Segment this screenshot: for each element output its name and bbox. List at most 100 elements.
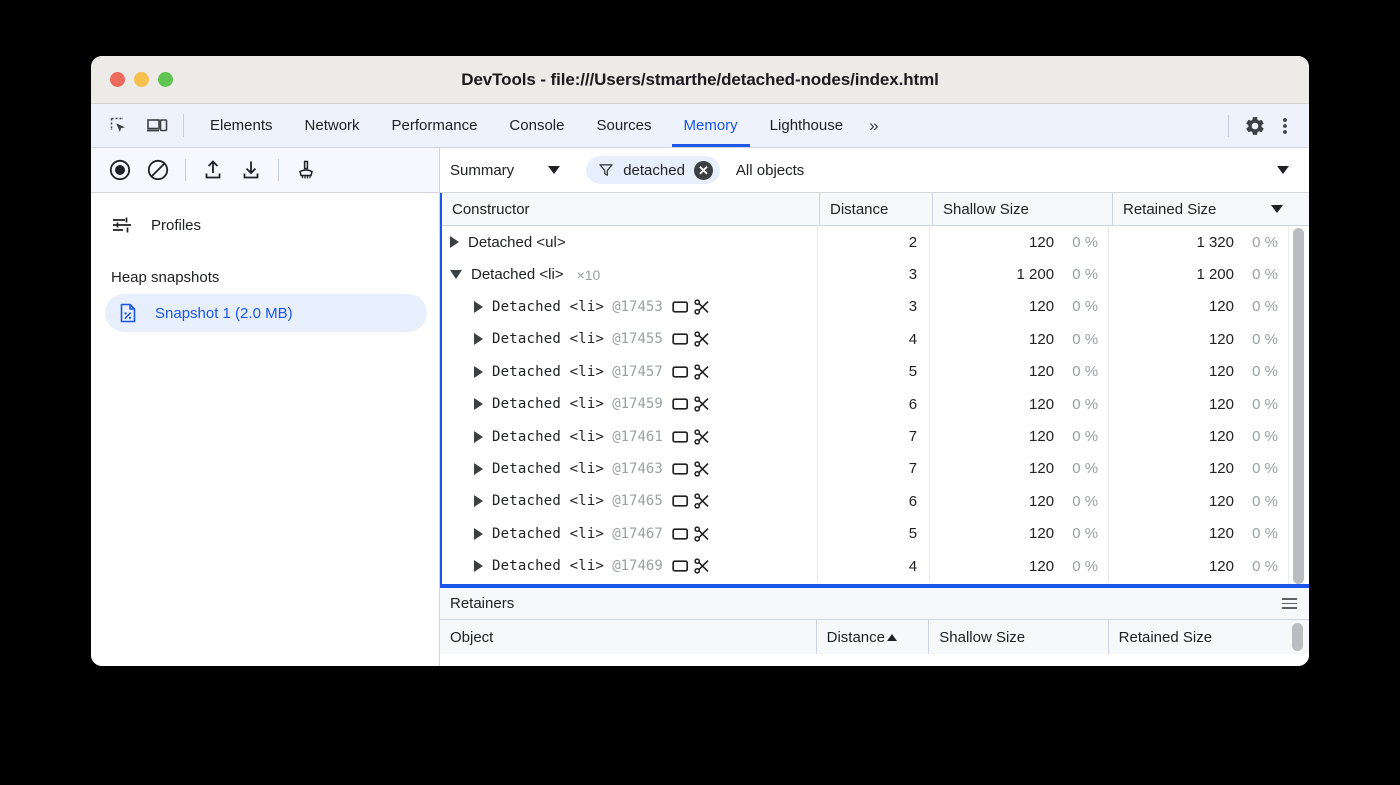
tab-performance[interactable]: Performance bbox=[376, 104, 494, 147]
row-node-icons bbox=[672, 461, 710, 477]
cell-constructor: Detached <li>@17457 bbox=[442, 356, 818, 388]
cell-constructor: Detached <ul> bbox=[442, 226, 818, 258]
shallow-size-value: 1 200 bbox=[1017, 266, 1055, 283]
table-row[interactable]: Detached <li>×1031 2000 %1 2000 % bbox=[442, 258, 1288, 290]
chevron-down-icon-2 bbox=[1277, 166, 1289, 174]
reveal-in-elements-icon[interactable] bbox=[672, 527, 689, 541]
shallow-size-percent: 0 % bbox=[1068, 525, 1098, 542]
column-header-constructor[interactable]: Constructor bbox=[442, 193, 820, 225]
tab-elements[interactable]: Elements bbox=[194, 104, 289, 147]
save-profile-icon[interactable] bbox=[234, 153, 268, 187]
cell-shallow-size: 1200 % bbox=[930, 226, 1109, 258]
tab-memory[interactable]: Memory bbox=[668, 104, 754, 147]
shallow-size-value: 120 bbox=[1029, 525, 1054, 542]
collect-garbage-icon[interactable] bbox=[289, 153, 323, 187]
cell-constructor: Detached <li>@17455 bbox=[442, 323, 818, 355]
table-scrollbar-thumb[interactable] bbox=[1293, 228, 1304, 584]
table-row[interactable]: Detached <li>@1745541200 %1200 % bbox=[442, 323, 1288, 355]
reveal-in-elements-icon[interactable] bbox=[672, 365, 689, 379]
reveal-in-elements-icon[interactable] bbox=[672, 494, 689, 508]
retained-size-percent: 0 % bbox=[1248, 266, 1278, 283]
inspect-element-icon[interactable] bbox=[105, 112, 133, 140]
view-select[interactable]: Summary bbox=[450, 162, 574, 179]
table-row[interactable]: Detached <li>@1746941200 %1200 % bbox=[442, 550, 1288, 582]
table-row[interactable]: Detached <li>@1746751200 %1200 % bbox=[442, 518, 1288, 550]
column-header-distance[interactable]: Distance bbox=[820, 193, 933, 225]
expand-triangle-icon[interactable] bbox=[474, 431, 483, 443]
filter-value: detached bbox=[623, 162, 685, 179]
retainers-column-distance[interactable]: Distance bbox=[817, 620, 930, 654]
reveal-in-elements-icon[interactable] bbox=[672, 559, 689, 573]
retainers-scrollbar[interactable] bbox=[1288, 620, 1309, 654]
expand-triangle-icon[interactable] bbox=[474, 463, 483, 475]
clear-filter-icon[interactable]: ✕ bbox=[694, 161, 713, 180]
table-row[interactable]: Detached <ul>21200 %1 3200 % bbox=[442, 226, 1288, 258]
expand-triangle-icon[interactable] bbox=[450, 236, 459, 248]
table-row[interactable]: Detached <li>@1745751200 %1200 % bbox=[442, 356, 1288, 388]
cell-constructor: Detached <li>@17467 bbox=[442, 518, 818, 550]
memory-main-area: Constructor Distance Shallow Size Retain… bbox=[440, 193, 1309, 666]
reveal-in-elements-icon[interactable] bbox=[672, 397, 689, 411]
shallow-size-percent: 0 % bbox=[1068, 428, 1098, 445]
object-id: @17463 bbox=[612, 461, 663, 477]
reveal-in-elements-icon[interactable] bbox=[672, 300, 689, 314]
more-tabs-chevron-icon[interactable]: » bbox=[859, 104, 888, 147]
more-options-icon[interactable] bbox=[1271, 112, 1299, 140]
filter-input[interactable]: detached ✕ bbox=[586, 156, 720, 184]
reveal-in-elements-icon[interactable] bbox=[672, 332, 689, 346]
cell-constructor: Detached <li>@17463 bbox=[442, 453, 818, 485]
tab-sources[interactable]: Sources bbox=[580, 104, 667, 147]
expand-triangle-icon[interactable] bbox=[474, 495, 483, 507]
cell-constructor: Detached <li>@17469 bbox=[442, 550, 818, 582]
column-header-retained-size[interactable]: Retained Size bbox=[1113, 193, 1293, 225]
retainers-column-shallow-size[interactable]: Shallow Size bbox=[929, 620, 1108, 654]
table-row[interactable]: Detached <li>@1746371200 %1200 % bbox=[442, 453, 1288, 485]
retainers-column-retained-size[interactable]: Retained Size bbox=[1109, 620, 1288, 654]
record-heap-snapshot-icon[interactable] bbox=[103, 153, 137, 187]
retainers-panel: Retainers Object Distance Shallow Size R… bbox=[440, 588, 1309, 666]
objects-select-value: All objects bbox=[736, 162, 804, 179]
retainers-scrollbar-thumb[interactable] bbox=[1292, 623, 1303, 651]
retained-size-value: 1 320 bbox=[1196, 234, 1234, 251]
cell-distance: 6 bbox=[818, 485, 930, 517]
sidebar-item-snapshot-1[interactable]: Snapshot 1 (2.0 MB) bbox=[105, 294, 427, 332]
minimize-window-button[interactable] bbox=[134, 72, 149, 87]
constructor-name: Detached <li> bbox=[492, 493, 604, 509]
constructor-name: Detached <li> bbox=[471, 266, 564, 283]
object-id: @17469 bbox=[612, 558, 663, 574]
table-row[interactable]: Detached <li>@1746561200 %1200 % bbox=[442, 485, 1288, 517]
reveal-in-elements-icon[interactable] bbox=[672, 462, 689, 476]
constructor-name: Detached <li> bbox=[492, 526, 604, 542]
retained-size-value: 120 bbox=[1209, 428, 1234, 445]
retainers-column-object[interactable]: Object bbox=[440, 620, 817, 654]
collapse-triangle-icon[interactable] bbox=[450, 270, 462, 279]
zoom-window-button[interactable] bbox=[158, 72, 173, 87]
tab-lighthouse[interactable]: Lighthouse bbox=[754, 104, 859, 147]
load-profile-icon[interactable] bbox=[196, 153, 230, 187]
expand-triangle-icon[interactable] bbox=[474, 301, 483, 313]
table-vertical-scrollbar[interactable] bbox=[1288, 226, 1309, 586]
settings-gear-icon[interactable] bbox=[1241, 112, 1269, 140]
cell-constructor: Detached <li>×10 bbox=[442, 258, 818, 290]
cell-retained-size: 1200 % bbox=[1109, 356, 1288, 388]
device-toolbar-icon[interactable] bbox=[143, 112, 171, 140]
objects-select[interactable]: All objects bbox=[736, 162, 1309, 179]
expand-triangle-icon[interactable] bbox=[474, 560, 483, 572]
table-row[interactable]: Detached <li>@1745331200 %1200 % bbox=[442, 291, 1288, 323]
reveal-in-elements-icon[interactable] bbox=[672, 430, 689, 444]
table-row[interactable]: Detached <li>@1745961200 %1200 % bbox=[442, 388, 1288, 420]
shallow-size-percent: 0 % bbox=[1068, 234, 1098, 251]
cell-shallow-size: 1200 % bbox=[930, 550, 1109, 582]
tab-console[interactable]: Console bbox=[493, 104, 580, 147]
expand-triangle-icon[interactable] bbox=[474, 366, 483, 378]
tab-network[interactable]: Network bbox=[289, 104, 376, 147]
clear-icon[interactable] bbox=[141, 153, 175, 187]
sidebar-item-profiles[interactable]: Profiles bbox=[91, 207, 439, 243]
close-window-button[interactable] bbox=[110, 72, 125, 87]
table-row[interactable]: Detached <li>@1746171200 %1200 % bbox=[442, 420, 1288, 452]
expand-triangle-icon[interactable] bbox=[474, 333, 483, 345]
expand-triangle-icon[interactable] bbox=[474, 528, 483, 540]
column-header-shallow-size[interactable]: Shallow Size bbox=[933, 193, 1113, 225]
hamburger-menu-icon[interactable] bbox=[1282, 598, 1297, 609]
expand-triangle-icon[interactable] bbox=[474, 398, 483, 410]
